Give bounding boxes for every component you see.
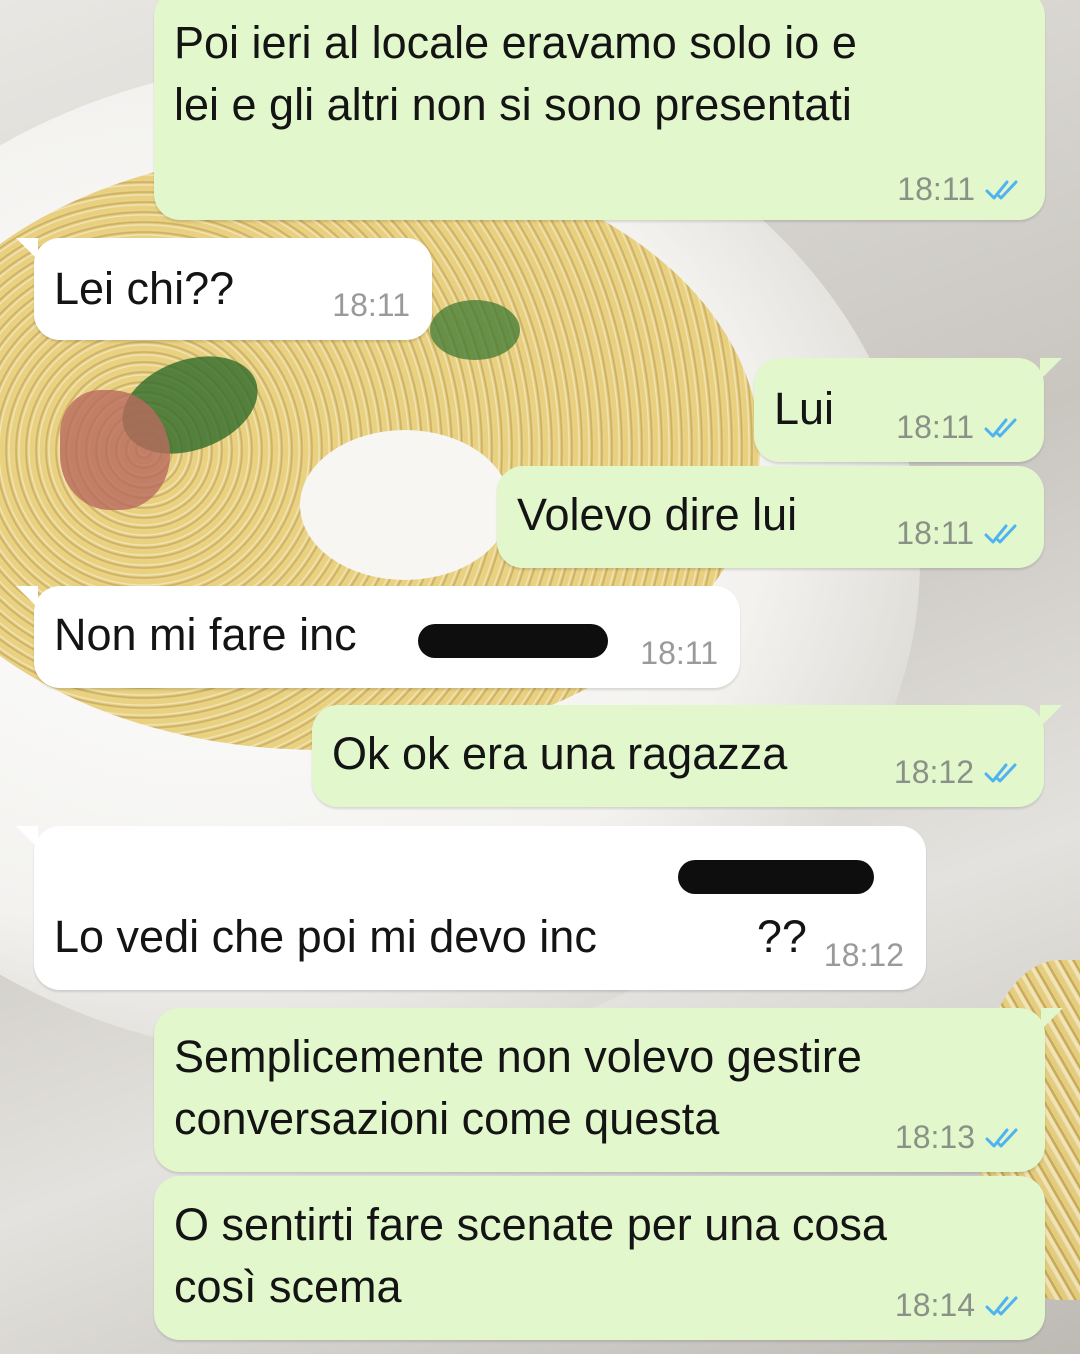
message-outgoing[interactable]: Semplicemente non volevo gestire convers… <box>154 1008 1063 1172</box>
message-text-start: Lo vedi che poi mi devo inc <box>54 911 597 962</box>
message-time: 18:11 <box>897 171 975 207</box>
message-incoming[interactable]: Lei chi?? 18:11 <box>16 238 432 340</box>
message-time: 18:12 <box>823 937 904 973</box>
message-time: 18:14 <box>894 1287 975 1323</box>
message-time: 18:12 <box>893 754 974 790</box>
message-meta: 18:11 <box>897 171 1023 208</box>
message-outgoing[interactable]: Poi ieri al locale eravamo solo io e lei… <box>154 0 1045 220</box>
double-check-icon <box>984 763 1017 782</box>
message-time: 18:11 <box>896 515 974 551</box>
message-meta: 18:11 <box>896 409 1022 446</box>
double-check-icon <box>984 524 1017 543</box>
message-text-end: ?? <box>756 911 807 962</box>
double-check-icon <box>985 1296 1018 1315</box>
message-outgoing[interactable]: Volevo dire lui 18:11 <box>497 466 1044 568</box>
message-time: 18:11 <box>640 635 718 671</box>
message-meta: 18:11 <box>896 515 1022 552</box>
censor-mark <box>678 860 874 894</box>
message-time: 18:11 <box>332 287 410 323</box>
message-outgoing[interactable]: Lui 18:11 <box>754 358 1062 462</box>
message-meta: 18:13 <box>895 1119 1023 1156</box>
censor-mark <box>418 624 608 658</box>
message-meta: 18:12 <box>824 937 904 974</box>
message-incoming[interactable]: Lo vedi che poi mi devo inc?? 18:12 <box>16 826 926 990</box>
double-check-icon <box>984 418 1017 437</box>
message-time: 18:11 <box>896 409 974 445</box>
message-meta: 18:12 <box>894 754 1022 791</box>
message-time: 18:13 <box>894 1119 975 1155</box>
message-incoming[interactable]: Non mi fare inc 18:11 <box>16 586 740 688</box>
message-text: Poi ieri al locale eravamo solo io e lei… <box>174 17 857 130</box>
double-check-icon <box>985 1128 1018 1147</box>
message-outgoing[interactable]: O sentirti fare scenate per una cosa cos… <box>154 1176 1045 1340</box>
message-meta: 18:11 <box>640 635 718 672</box>
message-meta: 18:14 <box>895 1287 1023 1324</box>
message-text: Non mi fare inc <box>54 609 357 660</box>
message-meta: 18:11 <box>332 287 410 324</box>
message-outgoing[interactable]: Ok ok era una ragazza 18:12 <box>312 705 1062 807</box>
double-check-icon <box>985 180 1018 199</box>
